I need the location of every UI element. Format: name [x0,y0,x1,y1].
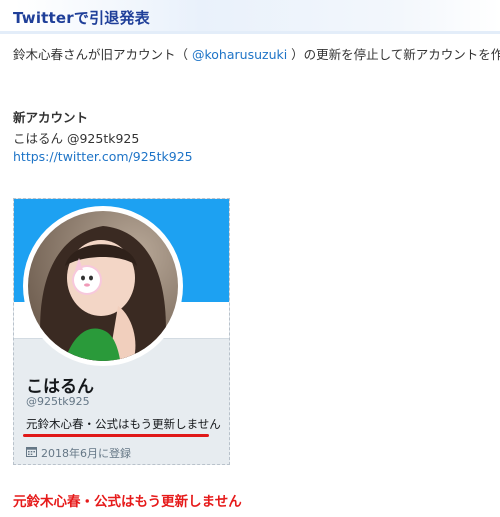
new-account-handle: こはるん @925tk925 [13,131,140,146]
highlight-quote: 元鈴木心春・公式はもう更新しません [13,494,242,510]
profile-joined: 2018年6月に登録 [26,445,131,461]
avatar[interactable] [23,206,183,366]
bio-red-underline [23,434,209,437]
section-title: Twitterで引退発表 [13,9,150,27]
profile-handle: @925tk925 [26,395,90,408]
section-header: Twitterで引退発表 [0,0,500,34]
intro-after: ）の更新を停止して新アカウントを作成 [287,47,500,62]
profile-bio: 元鈴木心春・公式はもう更新しません [26,417,221,431]
joined-label: 2018年6月に登録 [41,447,131,460]
old-account-link[interactable]: @koharusuzuki [192,47,287,62]
new-account-url-link[interactable]: https://twitter.com/925tk925 [13,149,193,164]
intro-before: 鈴木心春さんが旧アカウント（ [13,47,192,62]
calendar-icon [26,446,37,460]
twitter-profile-card[interactable]: こはるん @925tk925 元鈴木心春・公式はもう更新しません 2018年6月… [13,198,230,465]
intro-text: 鈴木心春さんが旧アカウント（ @koharusuzuki ）の更新を停止して新ア… [13,44,500,63]
new-account-heading: 新アカウント [13,110,89,125]
profile-name: こはるん [26,377,94,397]
